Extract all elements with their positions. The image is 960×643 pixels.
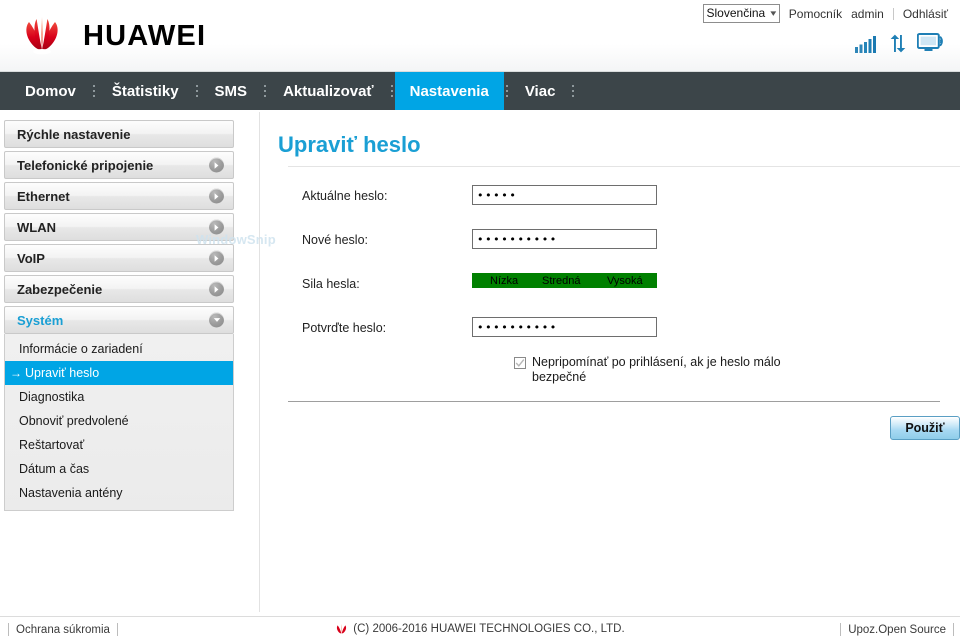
sidebar-item-rychle-nastavenie[interactable]: Rýchle nastavenie (4, 120, 234, 148)
strength-tick-low: Nízka (490, 274, 519, 287)
sidebar-item-ethernet[interactable]: Ethernet (4, 182, 234, 210)
signal-bars-icon (855, 36, 876, 53)
sidebar-item-label: VoIP (17, 250, 45, 266)
sidebar-item-telefonicke-pripojenie[interactable]: Telefonické pripojenie (4, 151, 234, 179)
arrow-right-marker-icon: → (10, 366, 22, 380)
nav-item-viac[interactable]: Viac (510, 72, 571, 110)
sidebar-item-wlan[interactable]: WLAN (4, 213, 234, 241)
main-navigation: Domov Štatistiky SMS Aktualizovať Nastav… (0, 72, 960, 110)
sidebar-item-label: Systém (17, 312, 64, 328)
chevron-right-icon (209, 250, 224, 266)
nav-separator (570, 72, 576, 110)
no-remind-checkbox-label: Nepripomínať po prihlásení, ak je heslo … (532, 355, 781, 384)
sidebar-item-obnovit-predvolene[interactable]: Obnoviť predvolené (5, 409, 233, 433)
chevron-right-icon (209, 281, 224, 297)
chevron-right-icon (209, 157, 224, 173)
sidebar-menu: Rýchle nastavenie Telefonické pripojenie… (4, 120, 234, 511)
connected-device-icon (917, 33, 943, 51)
sidebar-item-label: Zabezpečenie (17, 281, 103, 297)
chevron-right-icon (209, 219, 224, 235)
sidebar-item-zabezpecenie[interactable]: Zabezpečenie (4, 275, 234, 303)
nav-item-aktualizovat[interactable]: Aktualizovať (268, 72, 389, 110)
form-row-current-password: Aktuálne heslo: ••••• (260, 185, 960, 207)
sidebar-item-voip[interactable]: VoIP (4, 244, 234, 272)
change-password-form: Aktuálne heslo: ••••• Nové heslo: ••••••… (260, 167, 960, 440)
nav-item-domov[interactable]: Domov (10, 72, 91, 110)
nav-item-nastavenia[interactable]: Nastavenia (394, 72, 504, 110)
strength-tick-high: Vysoká (607, 274, 643, 287)
main-content: Upraviť heslo Aktuálne heslo: ••••• Nové… (260, 120, 960, 440)
sidebar-item-label: WLAN (17, 219, 56, 235)
huawei-logo: HUAWEI (10, 16, 206, 56)
brand-name: HUAWEI (83, 20, 207, 52)
form-row-password-strength: Sila hesla: Nízka Stredná Vysoká (260, 273, 960, 295)
confirm-password-input[interactable]: •••••••••• (472, 317, 657, 337)
sidebar-subitem-label: Diagnostika (19, 390, 85, 404)
current-password-label: Aktuálne heslo: (302, 189, 388, 203)
sidebar-item-system[interactable]: Systém (4, 306, 234, 334)
sidebar-subitem-label: Upraviť heslo (25, 366, 100, 380)
confirm-password-label: Potvrďte heslo: (302, 321, 387, 335)
footer-center: (C) 2006-2016 HUAWEI TECHNOLOGIES CO., L… (0, 623, 960, 635)
sidebar-item-datum-a-cas[interactable]: Dátum a čas (5, 457, 233, 481)
language-select[interactable]: Slovenčina ▾ (702, 4, 780, 23)
sidebar-item-restartovat[interactable]: Reštartovať (5, 433, 233, 457)
sidebar-subitem-label: Dátum a čas (19, 462, 90, 476)
page-title: Upraviť heslo (278, 132, 421, 157)
form-actions: Použiť (260, 402, 960, 440)
footer-bar (953, 623, 954, 636)
header-links: Slovenčina ▾ Pomocník admin Odhlásiť (702, 4, 948, 23)
help-link[interactable]: Pomocník (789, 7, 842, 21)
language-select-value: Slovenčina (706, 6, 766, 20)
router-admin-page: HUAWEI Slovenčina ▾ Pomocník admin Odhlá… (0, 0, 960, 643)
new-password-label: Nové heslo: (302, 233, 369, 247)
page-header: HUAWEI Slovenčina ▾ Pomocník admin Odhlá… (0, 0, 960, 72)
copyright-text: (C) 2006-2016 HUAWEI TECHNOLOGIES CO., L… (353, 623, 625, 635)
current-password-input[interactable]: ••••• (472, 185, 657, 205)
sidebar-subitem-label: Obnoviť predvolené (19, 414, 129, 428)
header-divider (892, 7, 894, 20)
no-remind-checkbox[interactable] (514, 357, 526, 369)
sidebar-item-label: Telefonické pripojenie (17, 157, 154, 173)
nav-item-statistiky[interactable]: Štatistiky (97, 72, 194, 110)
chevron-right-icon (209, 188, 224, 204)
sidebar-item-upravit-heslo[interactable]: → Upraviť heslo (5, 361, 233, 385)
apply-button[interactable]: Použiť (890, 416, 960, 440)
form-row-remind-checkbox: Nepripomínať po prihlásení, ak je heslo … (260, 355, 960, 385)
form-row-confirm-password: Potvrďte heslo: •••••••••• (260, 317, 960, 339)
strength-tick-medium: Stredná (542, 274, 581, 287)
chevron-down-icon (209, 312, 224, 328)
page-footer: Ochrana súkromia (C) 2006-2016 HUAWEI TE… (0, 617, 960, 643)
status-icons (855, 33, 947, 53)
logout-link[interactable]: Odhlásiť (903, 7, 948, 21)
sidebar-item-label: Ethernet (17, 188, 70, 204)
sidebar-item-label: Rýchle nastavenie (17, 126, 131, 142)
user-link[interactable]: admin (851, 7, 884, 21)
data-transfer-icon (890, 34, 906, 53)
new-password-input[interactable]: •••••••••• (472, 229, 657, 249)
chevron-down-icon: ▾ (770, 8, 777, 18)
sidebar-submenu-system: Informácie o zariadení → Upraviť heslo D… (4, 334, 234, 511)
form-row-new-password: Nové heslo: •••••••••• (260, 229, 960, 251)
sidebar-item-nastavenia-anteny[interactable]: Nastavenia antény (5, 481, 233, 505)
nav-item-sms[interactable]: SMS (200, 72, 263, 110)
sidebar-item-informacie-o-zariadeni[interactable]: Informácie o zariadení (5, 337, 233, 361)
sidebar-subitem-label: Nastavenia antény (19, 486, 123, 500)
password-strength-meter: Nízka Stredná Vysoká (472, 273, 657, 288)
sidebar-subitem-label: Informácie o zariadení (19, 342, 143, 356)
huawei-mark-icon (337, 623, 347, 635)
password-strength-label: Sila hesla: (302, 277, 360, 291)
check-icon (515, 359, 525, 367)
footer-right: Upoz.Open Source (840, 623, 954, 636)
sidebar-subitem-label: Reštartovať (19, 438, 85, 452)
open-source-notice-link[interactable]: Upoz.Open Source (848, 624, 946, 636)
sidebar-item-diagnostika[interactable]: Diagnostika (5, 385, 233, 409)
huawei-logo-icon (26, 17, 58, 55)
footer-bar (840, 623, 842, 636)
